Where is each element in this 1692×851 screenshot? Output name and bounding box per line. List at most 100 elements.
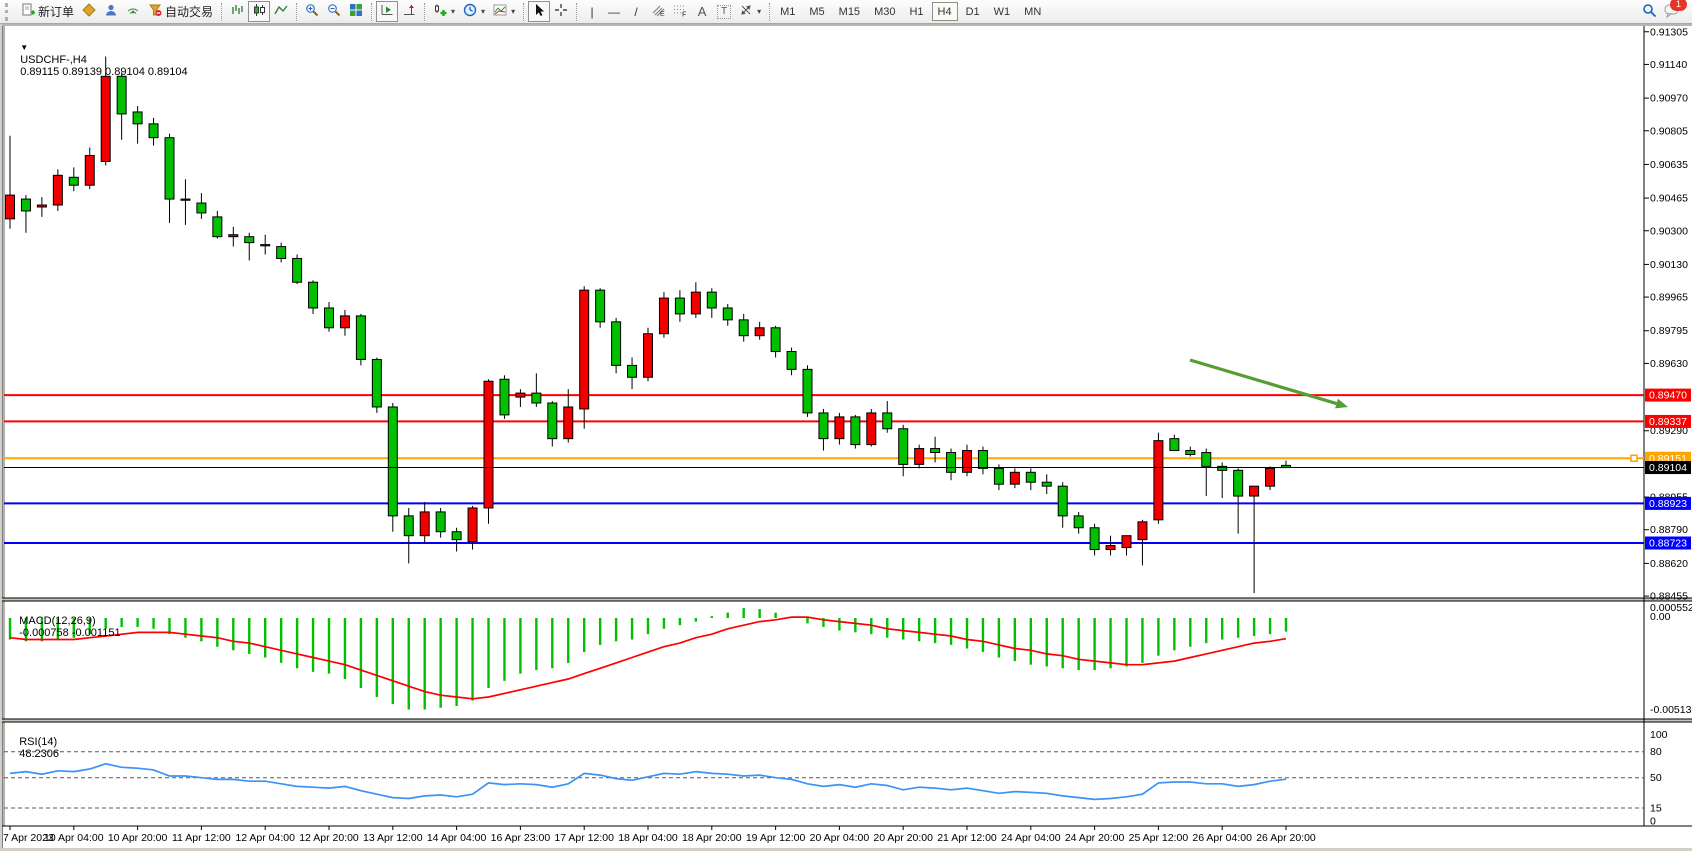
candle xyxy=(596,288,605,328)
signals-button[interactable] xyxy=(122,1,144,22)
candle-body xyxy=(659,298,668,334)
autoscroll-icon xyxy=(380,3,394,20)
chart-title: ▼ USDCHF-,H4 0.89115 0.89139 0.89104 0.8… xyxy=(8,30,188,90)
crosshair-button[interactable] xyxy=(550,1,572,22)
candle-body xyxy=(6,195,15,219)
timeframe-M15[interactable]: M15 xyxy=(833,2,866,21)
horizontal-line-tool[interactable]: — xyxy=(603,1,625,22)
timeframe-H4[interactable]: H4 xyxy=(932,2,958,21)
notifications-button[interactable]: 1 xyxy=(1660,1,1682,22)
timeframe-D1[interactable]: D1 xyxy=(960,2,986,21)
candle-body xyxy=(755,328,764,336)
chart-canvas[interactable]: 0.913050.911400.909700.908050.906350.904… xyxy=(0,0,1692,851)
toolbar-grip[interactable] xyxy=(5,3,13,21)
date-label: 16 Apr 23:00 xyxy=(491,832,551,844)
autoscroll-button[interactable] xyxy=(376,1,398,22)
candle-body xyxy=(548,403,557,439)
candle xyxy=(851,415,860,449)
shapes-tool[interactable]: ▾ xyxy=(735,1,765,22)
date-label: 12 Apr 20:00 xyxy=(299,832,359,844)
bar-chart-button[interactable] xyxy=(226,1,248,22)
candle-body xyxy=(468,508,477,542)
cursor-button[interactable] xyxy=(528,1,550,22)
candle xyxy=(659,292,668,338)
vertical-line-icon: | xyxy=(585,5,599,19)
date-label: 13 Apr 12:00 xyxy=(363,832,423,844)
date-label: 17 Apr 12:00 xyxy=(554,832,614,844)
symbol-dropdown-icon[interactable]: ▼ xyxy=(20,43,28,52)
price-badge-0.89337: 0.89337 xyxy=(1645,415,1691,428)
date-label: 26 Apr 04:00 xyxy=(1192,832,1252,844)
candle-body xyxy=(532,393,541,403)
indicators-button[interactable]: ▾ xyxy=(489,1,519,22)
date-label: 24 Apr 04:00 xyxy=(1001,832,1061,844)
rsi-name: RSI(14) xyxy=(19,736,57,748)
shapes-dropdown-arrow[interactable]: ▾ xyxy=(757,7,761,16)
plot-background xyxy=(2,26,1692,826)
chart-shift-button[interactable] xyxy=(398,1,420,22)
candle-body xyxy=(277,247,286,259)
mt4-terminal: 新订单 自动交易 xyxy=(0,0,1692,851)
label-tool[interactable]: T xyxy=(713,1,735,22)
grid-tool[interactable]: F xyxy=(669,1,691,22)
svg-text:E: E xyxy=(660,11,665,17)
crosshair-icon xyxy=(554,3,568,20)
timeframe-H1[interactable]: H1 xyxy=(903,2,929,21)
candle-body xyxy=(994,468,1003,484)
timeframe-MN[interactable]: MN xyxy=(1018,2,1047,21)
new-chart-icon xyxy=(433,3,447,20)
new-chart-button[interactable]: ▾ xyxy=(429,1,459,22)
community-person-icon xyxy=(104,3,118,20)
market-button[interactable] xyxy=(78,1,100,22)
period-dropdown-arrow[interactable]: ▾ xyxy=(481,7,485,16)
candle-body xyxy=(867,413,876,445)
price-tick-label: 0.91305 xyxy=(1650,26,1688,38)
date-label: 20 Apr 20:00 xyxy=(873,832,933,844)
candlestick-chart-button[interactable] xyxy=(248,1,270,22)
candle-body xyxy=(963,451,972,473)
candle xyxy=(372,357,381,412)
zoom-out-button[interactable] xyxy=(323,1,345,22)
candle xyxy=(500,375,509,419)
candle-body xyxy=(293,258,302,282)
timeframe-M30[interactable]: M30 xyxy=(868,2,901,21)
candle-body xyxy=(21,199,30,211)
candle-body xyxy=(340,316,349,328)
candle-body xyxy=(229,235,238,237)
trendline-tool[interactable]: / xyxy=(625,1,647,22)
period-button[interactable]: ▾ xyxy=(459,1,489,22)
price-tick-label: 0.90635 xyxy=(1650,159,1688,171)
tile-windows-button[interactable] xyxy=(345,1,367,22)
price-tick-label: 0.89630 xyxy=(1650,358,1688,370)
community-button[interactable] xyxy=(100,1,122,22)
new-chart-dropdown-arrow[interactable]: ▾ xyxy=(451,7,455,16)
toolbar-separator xyxy=(221,3,222,21)
text-tool[interactable]: A xyxy=(691,1,713,22)
zoom-in-button[interactable] xyxy=(301,1,323,22)
candle xyxy=(803,365,812,416)
price-tick-label: 0.90805 xyxy=(1650,125,1688,137)
candle-body xyxy=(580,290,589,409)
line-chart-button[interactable] xyxy=(270,1,292,22)
grid-icon: F xyxy=(673,3,687,20)
timeframe-W1[interactable]: W1 xyxy=(988,2,1017,21)
candle xyxy=(1266,466,1275,490)
autotrade-button[interactable]: 自动交易 xyxy=(144,1,217,22)
price-badge-0.89470: 0.89470 xyxy=(1645,389,1691,402)
timeframe-M5[interactable]: M5 xyxy=(803,2,830,21)
timeframe-M1[interactable]: M1 xyxy=(774,2,801,21)
date-label: 12 Apr 04:00 xyxy=(235,832,295,844)
candle-body xyxy=(596,290,605,322)
new-order-button[interactable]: 新订单 xyxy=(17,1,78,22)
candle-body xyxy=(516,393,525,397)
bar-chart-icon xyxy=(230,3,244,20)
candle xyxy=(867,409,876,447)
fibonacci-tool[interactable]: E xyxy=(647,1,669,22)
candle-body xyxy=(1106,546,1115,550)
search-button[interactable] xyxy=(1638,1,1660,22)
indicators-dropdown-arrow[interactable]: ▾ xyxy=(511,7,515,16)
candle-body xyxy=(372,359,381,407)
macd-values: -0.000758 -0.001151 xyxy=(19,627,120,639)
hline-handle[interactable] xyxy=(1631,455,1637,461)
vertical-line-tool[interactable]: | xyxy=(581,1,603,22)
